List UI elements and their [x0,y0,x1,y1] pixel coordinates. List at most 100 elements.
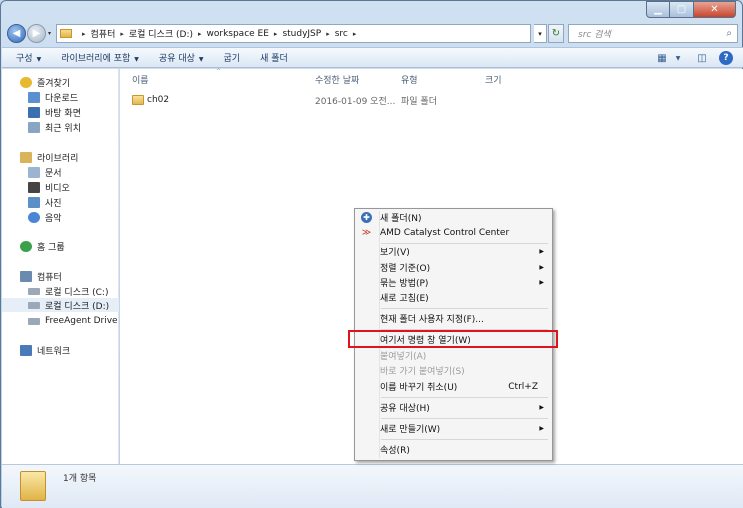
menu-item-new-folder[interactable]: ✚ 새 폴더(N) [357,210,550,225]
menu-item-customize-folder[interactable]: 현재 폴더 사용자 지정(F)... [357,311,550,326]
breadcrumb-studyjsp[interactable]: studyJSP [282,29,321,39]
search-input[interactable]: src 검색 ⌕ [568,24,738,43]
submenu-arrow-icon: ▶ [539,279,544,286]
sidebar-item-favorites[interactable]: 즐겨찾기 [20,75,70,89]
sidebar-item-videos[interactable]: 비디오 [28,180,70,194]
organize-button[interactable]: 구성 ▼ [16,51,41,64]
menu-item-amd-catalyst[interactable]: ≫ AMD Catalyst Control Center [357,225,550,240]
amd-icon: ≫ [361,227,372,238]
sidebar-item-libraries[interactable]: 라이브러리 [20,150,78,164]
menu-item-paste-shortcut[interactable]: 바로 가기 붙여넣기(S) [357,363,550,378]
file-type: 파일 폴더 [401,97,437,107]
view-options-icon[interactable]: ▦ [655,51,669,65]
new-folder-button[interactable]: 새 폴더 [260,51,288,64]
menu-separator [381,397,548,398]
sidebar-item-local-disk-c[interactable]: 로컬 디스크 (C:) [28,284,108,298]
breadcrumb-separator[interactable]: ▸ [353,30,357,38]
download-icon [28,91,40,103]
navigation-pane: 즐겨찾기 다운로드 바탕 화면 최근 위치 라이브러리 문서 비디오 사진 음악… [2,69,135,464]
sidebar-item-computer[interactable]: 컴퓨터 [20,269,62,283]
library-icon [20,151,32,163]
recent-places-icon [28,121,40,133]
sidebar-item-music[interactable]: 음악 [28,210,62,224]
share-with-button[interactable]: 공유 대상 ▼ [159,51,204,64]
column-header-type[interactable]: 유형 [401,73,418,86]
drive-icon [28,317,40,325]
sidebar-item-homegroup[interactable]: 홈 그룹 [20,239,65,253]
breadcrumb-separator[interactable]: ▸ [120,30,124,38]
breadcrumb-local-disk-d[interactable]: 로컬 디스크 (D:) [129,27,193,40]
maximize-button[interactable]: ▢ [670,1,694,18]
folder-icon [20,471,46,501]
document-icon [28,166,40,178]
breadcrumb-separator[interactable]: ▸ [198,30,202,38]
menu-item-view[interactable]: 보기(V) ▶ [357,244,550,259]
breadcrumb-separator[interactable]: ▸ [326,30,330,38]
submenu-arrow-icon: ▶ [539,264,544,271]
address-dropdown-icon[interactable]: ▾ [534,24,547,43]
menu-item-undo-rename[interactable]: 이름 바꾸기 취소(U) Ctrl+Z [357,379,550,394]
table-row[interactable]: ch02 [132,93,169,107]
burn-button[interactable]: 굽기 [224,51,241,64]
music-note-icon [28,211,40,223]
folder-icon [60,29,72,38]
menu-item-paste[interactable]: 붙여넣기(A) [357,348,550,363]
chevron-down-icon[interactable]: ▼ [671,51,685,65]
minimize-button[interactable]: ▁ [646,1,670,18]
chevron-down-icon: ▼ [134,56,139,63]
command-toolbar: 구성 ▼ 라이브러리에 포함 ▼ 공유 대상 ▼ 굽기 새 폴더 ▦ ▼ ◫ ? [2,47,743,68]
sidebar-item-local-disk-d[interactable]: 로컬 디스크 (D:) [2,298,119,312]
sidebar-item-desktop[interactable]: 바탕 화면 [28,105,81,119]
file-name: ch02 [147,95,170,105]
menu-item-properties[interactable]: 속성(R) [357,442,550,457]
search-placeholder: src 검색 [578,30,611,40]
menu-item-group-by[interactable]: 묶는 방법(P) ▶ [357,275,550,290]
caption-buttons: ▁ ▢ ✕ [646,1,736,18]
close-button[interactable]: ✕ [694,1,736,18]
back-button[interactable]: ◀ [7,24,26,43]
sidebar-item-documents[interactable]: 문서 [28,165,62,179]
menu-item-new[interactable]: 새로 만들기(W) ▶ [357,421,550,436]
item-count: 1개 항목 [63,474,97,484]
breadcrumb-computer[interactable]: 컴퓨터 [91,27,116,40]
annotation-highlight-box [348,330,558,348]
recent-pages-dropdown-icon[interactable]: ▾ [48,30,51,37]
preview-pane-icon[interactable]: ◫ [695,51,709,65]
forward-button[interactable]: ▶ [27,24,46,43]
new-folder-icon: ✚ [361,212,372,223]
sidebar-item-downloads[interactable]: 다운로드 [28,90,78,104]
menu-item-refresh[interactable]: 새로 고침(E) [357,290,550,305]
toolbar-right: ▦ ▼ ◫ ? [645,51,733,65]
sidebar-item-freeagent-drive[interactable]: FreeAgent Drive (F:) [28,314,135,328]
search-icon[interactable]: ⌕ [726,28,732,39]
column-header-size[interactable]: 크기 [485,73,502,86]
network-icon [20,344,32,356]
sidebar-item-pictures[interactable]: 사진 [28,195,62,209]
menu-separator [381,418,548,419]
breadcrumb-separator[interactable]: ▸ [82,30,86,38]
computer-icon [20,270,32,282]
menu-shortcut: Ctrl+Z [508,381,538,392]
details-pane: 1개 항목 [2,464,743,508]
breadcrumb-src[interactable]: src [335,29,348,39]
refresh-button[interactable]: ↻ [548,24,564,43]
menu-separator [381,308,548,309]
menu-separator [381,439,548,440]
picture-icon [28,196,40,208]
folder-icon [132,95,144,105]
submenu-arrow-icon: ▶ [539,425,544,432]
help-icon[interactable]: ? [719,51,733,65]
sidebar-item-recent[interactable]: 최근 위치 [28,120,81,134]
breadcrumb-workspace[interactable]: workspace EE [207,29,269,39]
menu-item-sort-by[interactable]: 정렬 기준(O) ▶ [357,260,550,275]
menu-item-share-with[interactable]: 공유 대상(H) ▶ [357,400,550,415]
sidebar-item-network[interactable]: 네트워크 [20,343,70,357]
sort-ascending-icon: ^ [216,68,222,75]
breadcrumb-separator[interactable]: ▸ [274,30,278,38]
column-header-date[interactable]: 수정한 날짜 [315,73,359,86]
column-header-name[interactable]: 이름 [132,73,149,86]
address-bar[interactable]: ▸ 컴퓨터 ▸ 로컬 디스크 (D:) ▸ workspace EE ▸ stu… [56,24,531,43]
file-date: 2016-01-09 오전... [315,97,396,107]
chevron-down-icon: ▼ [198,56,204,63]
include-in-library-button[interactable]: 라이브러리에 포함 ▼ [61,51,139,64]
